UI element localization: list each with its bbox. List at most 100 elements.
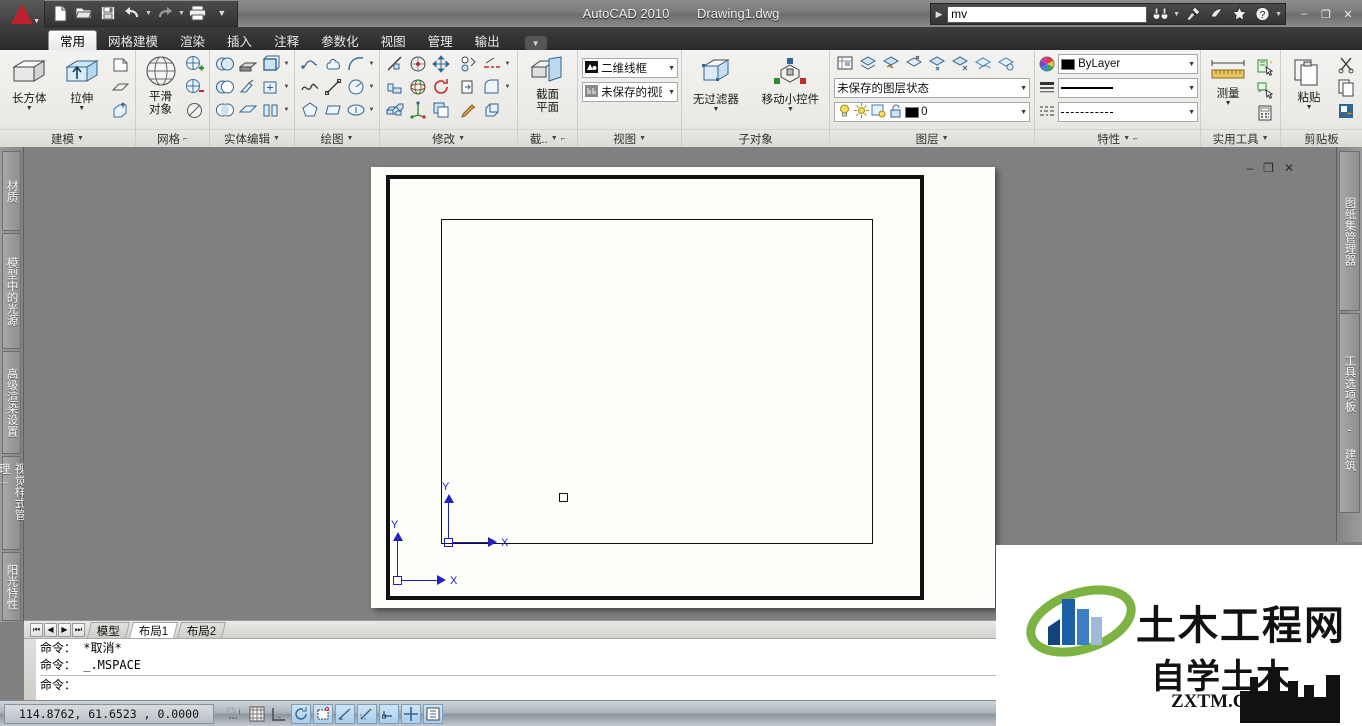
tab-view[interactable]: 视图 (370, 30, 417, 50)
3d-orbit-icon[interactable] (407, 76, 429, 98)
color-combo[interactable]: ByLayer ▼ (1058, 54, 1199, 74)
dock-tab-visual-styles-manager[interactable]: 视觉样式管理… (0, 456, 26, 551)
drawing-close-button[interactable]: ✕ (1284, 161, 1294, 175)
copy-icon[interactable] (1335, 77, 1357, 99)
layer-properties-icon[interactable] (834, 52, 856, 74)
linewidth-combo[interactable]: ByLayer ▼ (1058, 78, 1199, 98)
mesh-refine-icon[interactable] (183, 99, 205, 121)
new-file-icon[interactable] (49, 3, 71, 23)
extrude-face-icon[interactable] (481, 99, 503, 121)
tab-render[interactable]: 渲染 (169, 30, 216, 50)
grid-display-icon[interactable] (247, 704, 267, 724)
dock-tab-tool-palettes-architecture[interactable]: 工具选项板 - 建筑 (1339, 313, 1360, 513)
panel-expand-icon[interactable]: ▼ (77, 135, 84, 142)
separate-icon[interactable] (260, 99, 282, 121)
layer-match-icon[interactable] (949, 52, 971, 74)
cut-icon[interactable] (1335, 54, 1357, 76)
smooth-object-button[interactable]: 平滑 对象 (140, 53, 181, 116)
3d-scale-icon[interactable] (407, 99, 429, 121)
paste-button[interactable]: 粘贴 ▼ (1286, 54, 1332, 111)
color-dropdown-icon[interactable]: ▼ (1185, 61, 1195, 68)
arc-dropdown-icon[interactable]: ▼ (368, 61, 375, 67)
help-dropdown-icon[interactable]: ▼ (1275, 11, 1282, 18)
save-icon[interactable] (97, 3, 119, 23)
tab-mesh-modeling[interactable]: 网格建模 (97, 30, 169, 50)
panel-view-expand-icon[interactable]: ▼ (639, 135, 646, 142)
panel-draw-expand-icon[interactable]: ▼ (347, 135, 354, 142)
layer-dropdown-icon[interactable]: ▼ (1017, 109, 1027, 116)
smooth-less-icon[interactable] (183, 76, 205, 98)
dock-tab-sun-properties[interactable]: 阳光特性 (2, 552, 21, 621)
layer-isolate-icon[interactable] (857, 52, 879, 74)
chamfer-dropdown-icon[interactable]: ▼ (504, 84, 511, 90)
view-preset-combo[interactable]: 未保存的视图 ▼ (582, 82, 679, 102)
layout-tab-model[interactable]: 模型 (87, 621, 130, 638)
ellipse-dropdown-icon[interactable]: ▼ (368, 107, 375, 113)
arc-icon[interactable] (345, 53, 367, 75)
panel-section-title[interactable]: 截.. ▼ ⌐ (518, 129, 578, 147)
redo-icon[interactable] (154, 3, 176, 23)
layer-state-combo[interactable]: 未保存的图层状态 ▼ (834, 78, 1031, 98)
polygon-icon[interactable] (299, 99, 321, 121)
panel-section-expand-icon[interactable]: ▼ (551, 135, 558, 142)
extrude-dropdown-icon[interactable]: ▼ (78, 105, 85, 112)
search-binoculars-icon[interactable] (1150, 4, 1170, 24)
smooth-more-icon[interactable] (183, 53, 205, 75)
union-icon[interactable] (214, 53, 236, 75)
satellite-icon[interactable] (1206, 4, 1226, 24)
dock-tab-materials[interactable]: 材质 (2, 151, 21, 232)
measure-dropdown-icon[interactable]: ▼ (1225, 100, 1232, 107)
layout-last-button[interactable]: ⏭ (72, 622, 85, 637)
lightbulb-icon[interactable] (837, 103, 852, 121)
calculator-icon[interactable] (1254, 102, 1276, 124)
linetype-combo[interactable]: ByLayer ▼ (1058, 102, 1199, 122)
help-icon[interactable]: ? (1252, 4, 1272, 24)
communication-center-icon[interactable] (1183, 4, 1203, 24)
presspull-icon[interactable] (109, 53, 131, 75)
offset-edge-icon[interactable] (237, 99, 259, 121)
polyline-icon[interactable] (299, 53, 321, 75)
object-snap-icon[interactable] (335, 703, 355, 724)
search-input[interactable] (947, 5, 1148, 23)
favorites-star-icon[interactable] (1229, 4, 1249, 24)
tab-parametric[interactable]: 参数化 (310, 30, 370, 50)
box-button[interactable]: 长方体 ▼ (4, 53, 55, 112)
panel-view-title[interactable]: 视图 ▼ (578, 129, 682, 147)
chamfer-icon[interactable] (481, 76, 503, 98)
loft-icon[interactable] (109, 99, 131, 121)
taper-face-icon[interactable] (237, 76, 259, 98)
unlock-icon[interactable] (888, 103, 903, 121)
coordinate-display[interactable]: 114.8762, 61.6523 , 0.0000 (4, 703, 214, 724)
slice-dropdown-icon[interactable]: ▼ (504, 61, 511, 67)
solid-extrude-dropdown-icon[interactable]: ▼ (283, 61, 290, 67)
solid-extrude-icon[interactable] (260, 53, 282, 75)
move-gizmo-button[interactable]: 移动小控件 ▼ (756, 54, 825, 113)
command-prompt[interactable]: 命令： (40, 677, 996, 694)
ribbon-minimize-icon[interactable]: ▼ (524, 36, 547, 50)
dynamic-input-icon[interactable] (401, 703, 421, 724)
layer-make-current-icon[interactable] (995, 52, 1017, 74)
panel-properties-dialog-icon[interactable]: ⌐ (1133, 134, 1138, 143)
linewidth-dropdown-icon[interactable]: ▼ (1185, 85, 1195, 92)
snap-mode-icon[interactable] (269, 704, 289, 724)
solid-extrude-face-icon[interactable] (237, 53, 259, 75)
ellipse-icon[interactable] (345, 99, 367, 121)
measure-button[interactable]: 测量 ▼ (1205, 56, 1251, 107)
layer-unisolate-icon[interactable] (880, 52, 902, 74)
layout-first-button[interactable]: ⏮ (30, 622, 43, 637)
close-button[interactable]: ✕ (1338, 5, 1358, 23)
section-plane-button[interactable]: 截面 平面 (522, 53, 573, 114)
panel-modeling-title[interactable]: 建模 ▼ (0, 129, 135, 147)
panel-utilities-title[interactable]: 实用工具 ▼ (1201, 129, 1281, 147)
layout-tab-layout2[interactable]: 布局2 (177, 621, 227, 638)
tab-output[interactable]: 输出 (464, 30, 511, 50)
search-dropdown-icon[interactable]: ▼ (1173, 11, 1180, 18)
view-preset-dropdown-icon[interactable]: ▼ (665, 89, 675, 96)
3d-mirror-icon[interactable] (458, 53, 480, 75)
panel-mesh-title[interactable]: 网格 ⌐ (136, 129, 209, 147)
undo-dropdown-icon[interactable]: ▼ (145, 10, 152, 17)
panel-section-dialog-icon[interactable]: ⌐ (561, 134, 566, 143)
undo-icon[interactable] (121, 3, 143, 23)
3d-align-icon[interactable] (384, 76, 406, 98)
paste-special-icon[interactable] (1335, 100, 1357, 122)
